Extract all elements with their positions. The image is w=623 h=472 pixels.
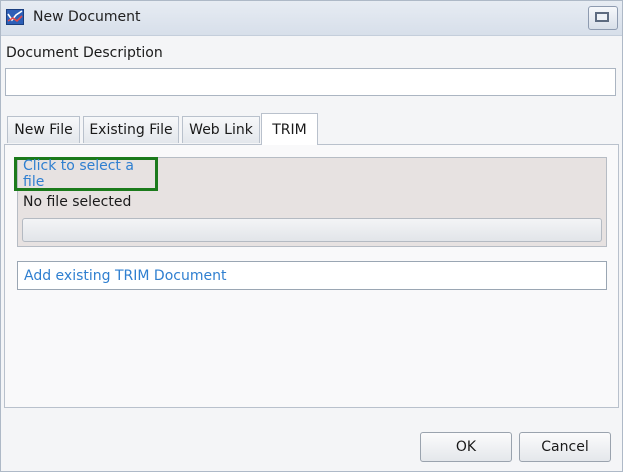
ok-button[interactable]: OK — [420, 432, 512, 462]
description-input[interactable] — [5, 68, 616, 96]
title-bar: New Document — [1, 1, 622, 36]
window-title: New Document — [33, 9, 141, 25]
select-file-link[interactable]: Click to select a file — [14, 157, 158, 191]
cancel-button[interactable]: Cancel — [519, 432, 611, 462]
file-status-text: No file selected — [23, 194, 132, 210]
dialog-window: New Document Document Description New Fi… — [0, 0, 623, 472]
maximize-button[interactable] — [588, 6, 618, 30]
upload-progress-bar — [22, 218, 602, 242]
maximize-icon — [595, 12, 609, 22]
tab-trim[interactable]: TRIM — [261, 113, 318, 145]
description-label: Document Description — [6, 45, 163, 61]
tab-web-link[interactable]: Web Link — [182, 116, 260, 143]
tab-existing-file[interactable]: Existing File — [83, 116, 179, 143]
add-existing-trim-link[interactable]: Add existing TRIM Document — [17, 261, 607, 290]
document-chart-icon — [6, 9, 24, 25]
tab-new-file[interactable]: New File — [7, 116, 80, 143]
